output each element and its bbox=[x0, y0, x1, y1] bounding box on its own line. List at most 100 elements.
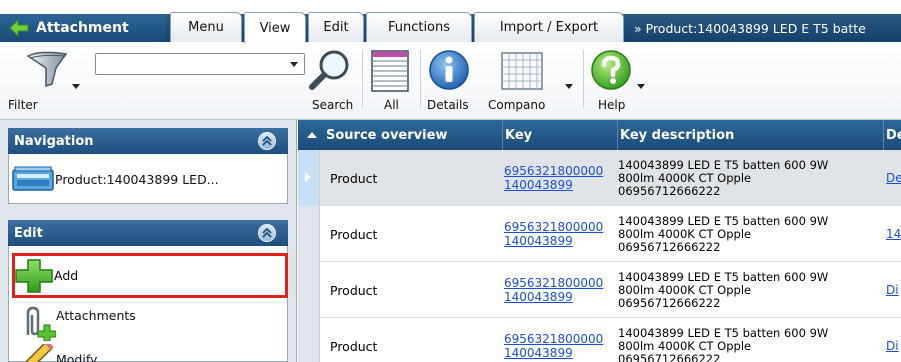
cell-desc-line3: 06956712666222 bbox=[618, 351, 721, 362]
cell-key-line2: 140043899 bbox=[504, 290, 573, 304]
pencil-icon bbox=[24, 344, 54, 362]
cell-source: Product bbox=[330, 226, 378, 242]
table-row[interactable]: Product 6956321800000 140043899 14004389… bbox=[298, 206, 901, 262]
table-row[interactable]: Product 6956321800000 140043899 14004389… bbox=[298, 262, 901, 318]
help-icon[interactable] bbox=[590, 49, 632, 91]
toolbar-divider bbox=[362, 50, 363, 108]
sort-ascending-icon bbox=[307, 132, 317, 138]
attachments-button[interactable]: Attachments bbox=[18, 305, 136, 341]
add-button[interactable]: Add bbox=[12, 253, 288, 298]
tab-view[interactable]: View bbox=[244, 12, 306, 43]
attachments-label: Attachments bbox=[56, 307, 136, 323]
cell-key-line1: 6956321800000 bbox=[504, 276, 604, 290]
cell-key-description: 140043899 LED E T5 batten 600 9W 800lm 4… bbox=[618, 150, 870, 206]
tab-menu-label: Menu bbox=[188, 20, 224, 35]
app-title: Attachment bbox=[36, 20, 129, 36]
paperclip-icon bbox=[26, 306, 56, 341]
cell-key-line2: 140043899 bbox=[504, 346, 573, 360]
double-chevron-up-icon bbox=[262, 228, 272, 238]
cell-key-link[interactable]: 6956321800000 140043899 bbox=[504, 318, 618, 362]
navigation-panel-body: Product:140043899 LED... bbox=[8, 154, 288, 204]
cell-key-description: 140043899 LED E T5 batten 600 9W 800lm 4… bbox=[618, 262, 870, 318]
row-selector[interactable] bbox=[298, 150, 320, 206]
search-icon[interactable] bbox=[308, 48, 354, 92]
row-pointer-icon bbox=[305, 172, 311, 182]
product-box-icon bbox=[12, 166, 54, 191]
filter-dropdown-arrow-icon[interactable] bbox=[72, 84, 80, 89]
row-selector[interactable] bbox=[298, 206, 320, 262]
tab-edit[interactable]: Edit bbox=[308, 12, 364, 42]
info-icon[interactable] bbox=[428, 49, 470, 91]
compano-button-label[interactable]: Compano bbox=[488, 98, 545, 112]
cell-de-link[interactable]: 14 bbox=[886, 206, 901, 262]
tab-functions-label: Functions bbox=[387, 20, 451, 35]
cell-source: Product bbox=[330, 170, 378, 186]
details-button-label[interactable]: Details bbox=[427, 98, 469, 112]
cell-desc-line2: 800lm 4000K CT Opple bbox=[618, 282, 752, 297]
cell-key-description: 140043899 LED E T5 batten 600 9W 800lm 4… bbox=[618, 206, 870, 262]
cell-desc-line1: 140043899 LED E T5 batten 600 9W bbox=[618, 213, 829, 228]
all-button-label[interactable]: All bbox=[384, 98, 399, 112]
tab-import-export[interactable]: Import / Export bbox=[474, 12, 624, 42]
tab-view-label: View bbox=[259, 20, 291, 36]
filter-select[interactable] bbox=[95, 53, 305, 75]
cell-desc-line2: 800lm 4000K CT Opple bbox=[618, 226, 752, 241]
table-row[interactable]: Product 6956321800000 140043899 14004389… bbox=[298, 150, 901, 206]
navigation-panel-header[interactable]: Navigation bbox=[8, 128, 288, 154]
help-button-label[interactable]: Help bbox=[598, 98, 625, 112]
back-arrow-icon bbox=[9, 18, 29, 38]
cell-key-line1: 6956321800000 bbox=[504, 332, 604, 346]
filter-funnel-icon[interactable] bbox=[26, 50, 74, 90]
toolbar: Filter Search All Details Compano Help bbox=[0, 42, 901, 120]
cell-desc-line3: 06956712666222 bbox=[618, 239, 721, 254]
cell-desc-line3: 06956712666222 bbox=[618, 183, 721, 198]
cell-source: Product bbox=[330, 338, 378, 354]
app-title-tab[interactable]: Attachment bbox=[0, 14, 166, 42]
compano-dropdown-arrow-icon[interactable] bbox=[565, 84, 573, 89]
navigation-panel-title: Navigation bbox=[14, 133, 94, 149]
row-selector[interactable] bbox=[298, 262, 320, 318]
column-header-source-overview[interactable]: Source overview bbox=[298, 120, 503, 150]
modify-label: Modify bbox=[56, 351, 98, 362]
cell-de-link[interactable]: De bbox=[886, 150, 901, 206]
chevron-down-icon bbox=[290, 62, 298, 67]
column-header-source-overview-label: Source overview bbox=[326, 127, 448, 143]
plus-icon bbox=[15, 258, 53, 293]
filter-label: Filter bbox=[8, 98, 38, 112]
modify-button[interactable]: Modify bbox=[18, 344, 97, 362]
navigation-product-label: Product:140043899 LED... bbox=[55, 171, 219, 187]
table-row[interactable]: Product 6956321800000 140043899 14004389… bbox=[298, 318, 901, 362]
cell-de-link[interactable]: Di bbox=[886, 318, 901, 362]
cell-key-line1: 6956321800000 bbox=[504, 220, 604, 234]
search-button-label[interactable]: Search bbox=[312, 98, 353, 112]
edit-panel-header[interactable]: Edit bbox=[8, 220, 288, 246]
results-grid: Source overview Key Key description De P… bbox=[298, 120, 901, 362]
cell-de-link[interactable]: Di bbox=[886, 262, 901, 318]
navigation-product-item[interactable]: Product:140043899 LED... bbox=[11, 162, 219, 196]
cell-key-link[interactable]: 6956321800000 140043899 bbox=[504, 262, 618, 318]
tab-edit-label: Edit bbox=[323, 20, 349, 35]
cell-key-line2: 140043899 bbox=[504, 178, 573, 192]
breadcrumb[interactable]: » Product:140043899 LED E T5 batte bbox=[634, 14, 901, 42]
cell-desc-line2: 800lm 4000K CT Opple bbox=[618, 170, 752, 185]
tab-functions[interactable]: Functions bbox=[366, 12, 472, 42]
tab-menu[interactable]: Menu bbox=[170, 12, 242, 42]
toolbar-divider bbox=[583, 50, 584, 108]
cell-key-link[interactable]: 6956321800000 140043899 bbox=[504, 150, 618, 206]
column-header-de[interactable]: De bbox=[884, 120, 901, 150]
column-header-key[interactable]: Key bbox=[503, 120, 618, 150]
column-header-key-description[interactable]: Key description bbox=[618, 120, 884, 150]
cell-key-link[interactable]: 6956321800000 140043899 bbox=[504, 206, 618, 262]
cell-key-line2: 140043899 bbox=[504, 234, 573, 248]
help-dropdown-arrow-icon[interactable] bbox=[637, 84, 645, 89]
toolbar-divider bbox=[420, 50, 421, 108]
column-header-key-label: Key bbox=[505, 127, 533, 143]
navigation-collapse-button[interactable] bbox=[258, 132, 276, 150]
list-all-icon[interactable] bbox=[370, 49, 410, 93]
top-tab-bar: Attachment Menu View Edit Functions Impo… bbox=[0, 0, 901, 43]
compano-grid-icon[interactable] bbox=[500, 51, 544, 91]
tab-import-export-label: Import / Export bbox=[499, 20, 599, 35]
edit-collapse-button[interactable] bbox=[258, 224, 276, 242]
column-header-key-description-label: Key description bbox=[620, 127, 735, 143]
row-selector[interactable] bbox=[298, 318, 320, 362]
